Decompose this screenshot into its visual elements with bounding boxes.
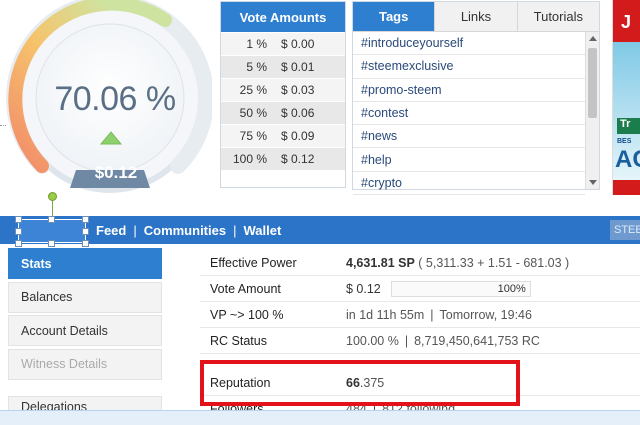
tag-link[interactable]: #steemexclusive — [353, 55, 585, 79]
ad-big-text: AC — [615, 146, 640, 173]
ad-top-strip: J — [613, 0, 640, 42]
scroll-thumb[interactable] — [588, 48, 597, 118]
highlight-annotation — [200, 360, 520, 406]
effective-power-value: 4,631.81 SP — [346, 255, 415, 270]
ad-letter: J — [621, 12, 632, 32]
stat-row-effective-power: Effective Power 4,631.81 SP ( 5,311.33 +… — [200, 250, 640, 276]
menu-item-stats[interactable]: Stats — [8, 248, 162, 279]
tab-tags[interactable]: Tags — [353, 2, 435, 32]
vote-amount-row: 100 % $ 0.12 — [221, 147, 345, 170]
resize-handle[interactable] — [15, 216, 22, 223]
side-menu: Stats Balances Account Details Witness D… — [8, 248, 162, 382]
tag-list: #introduceyourself #steemexclusive #prom… — [353, 32, 585, 196]
resize-handle[interactable] — [82, 216, 89, 223]
stat-value: $ 0.12 100% — [346, 280, 531, 297]
menu-item-balances[interactable]: Balances — [8, 281, 162, 313]
stat-label: Effective Power — [210, 255, 297, 270]
resize-handle[interactable] — [15, 240, 22, 247]
stat-value: 100.00 % | 8,719,450,641,753 RC — [346, 334, 540, 348]
vote-dollar-value: $ 0.12 — [281, 152, 315, 166]
ad-bottom-strip — [613, 180, 640, 195]
separator: | — [430, 307, 434, 322]
vote-amounts-header: Vote Amounts — [221, 2, 345, 32]
ad-banner[interactable]: J Tr BES AC — [612, 0, 640, 195]
menu-item-witness-details[interactable]: Witness Details — [8, 348, 162, 380]
vp-full-time: Tomorrow, 19:46 — [439, 307, 532, 322]
rc-percent: 100.00 % — [346, 333, 399, 348]
resize-handle[interactable] — [15, 228, 22, 235]
vote-dollar-value: $ 0.01 — [281, 60, 315, 74]
vote-percent: 75 % — [239, 129, 267, 143]
voting-power-gauge: 70.06 % $0.12 — [0, 0, 212, 200]
vp-recharge-time: in 1d 11h 55m — [346, 307, 425, 322]
ad-best-text: BES — [617, 138, 632, 145]
vote-amounts-table: Vote Amounts 1 % $ 0.00 5 % $ 0.01 25 % … — [220, 1, 346, 188]
tag-link[interactable]: #help — [353, 148, 585, 172]
nav-bar: Feed | Communities | Wallet STEE — [0, 216, 640, 247]
vote-amount-row: 5 % $ 0.01 — [221, 55, 345, 78]
divider — [0, 125, 6, 126]
nav-links: Feed | Communities | Wallet — [96, 216, 281, 244]
scroll-up-icon[interactable] — [589, 36, 597, 41]
vote-dollar-value: $ 0.06 — [281, 106, 315, 120]
vote-amount-row: 75 % $ 0.09 — [221, 124, 345, 147]
ad-badge: Tr — [617, 118, 640, 134]
stat-value: 4,631.81 SP ( 5,311.33 + 1.51 - 681.03 ) — [346, 256, 569, 270]
nav-communities[interactable]: Communities — [144, 223, 226, 238]
vote-percent: 100 % — [232, 152, 267, 166]
tag-link[interactable]: #introduceyourself — [353, 32, 585, 56]
vote-amount-row: 1 % $ 0.00 — [221, 32, 345, 55]
tag-link[interactable]: #promo-steem — [353, 79, 585, 102]
separator: | — [404, 333, 409, 348]
vote-amount-value: $ 0.12 — [346, 281, 381, 296]
stat-row-rc: RC Status 100.00 % | 8,719,450,641,753 R… — [200, 328, 640, 354]
resize-handle[interactable] — [48, 216, 55, 223]
vote-dollar-value: $ 0.00 — [281, 37, 315, 51]
stat-row-vote-amount: Vote Amount $ 0.12 100% — [200, 276, 640, 302]
tag-link[interactable]: #crypto — [353, 172, 585, 196]
vote-percent: 1 % — [246, 37, 267, 51]
stat-label: Vote Amount — [210, 281, 281, 296]
vote-weight-label: 100% — [497, 282, 526, 295]
vote-percent: 25 % — [239, 83, 267, 97]
rc-value: 8,719,450,641,753 RC — [414, 333, 540, 348]
rotation-line — [52, 198, 53, 218]
vote-dollar-value: $ 0.09 — [281, 129, 315, 143]
stat-label: RC Status — [210, 333, 267, 348]
vote-value: $0.12 — [94, 163, 138, 182]
tag-link[interactable]: #contest — [353, 102, 585, 126]
rotation-handle[interactable] — [48, 192, 57, 201]
menu-item-delegations-label: Delegations — [21, 400, 88, 410]
vote-dollar-value: $ 0.03 — [281, 83, 315, 97]
stat-label: VP ~> 100 % — [210, 307, 284, 322]
vote-weight-slider[interactable]: 100% — [390, 280, 531, 297]
nav-wallet[interactable]: Wallet — [243, 223, 281, 238]
tags-tabs: Tags Links Tutorials — [353, 2, 599, 32]
menu-item-account-details[interactable]: Account Details — [8, 315, 162, 346]
nav-feed[interactable]: Feed — [96, 223, 126, 238]
tab-links[interactable]: Links — [434, 2, 517, 32]
stat-value: in 1d 11h 55m | Tomorrow, 19:46 — [346, 308, 532, 322]
resize-handle[interactable] — [48, 240, 55, 247]
tags-panel: Tags Links Tutorials #introduceyourself … — [352, 1, 600, 196]
menu-item-delegations[interactable]: Delegations — [8, 396, 162, 410]
nav-right-button[interactable]: STEE — [610, 220, 640, 240]
vote-amount-row: 50 % $ 0.06 — [221, 101, 345, 124]
scroll-down-icon[interactable] — [589, 180, 597, 185]
stat-row-vp: VP ~> 100 % in 1d 11h 55m | Tomorrow, 19… — [200, 302, 640, 328]
bottom-bar — [0, 410, 640, 425]
vote-percent: 5 % — [246, 60, 267, 74]
nav-separator: | — [233, 222, 237, 238]
effective-power-detail: ( 5,311.33 + 1.51 - 681.03 ) — [418, 255, 570, 270]
nav-separator: | — [133, 222, 137, 238]
resize-handle[interactable] — [82, 240, 89, 247]
tag-list-scrollbar[interactable] — [585, 32, 599, 189]
voting-power-percent: 70.06 % — [54, 80, 176, 118]
vote-percent: 50 % — [239, 106, 267, 120]
tab-tutorials[interactable]: Tutorials — [516, 2, 599, 32]
resize-handle[interactable] — [82, 228, 89, 235]
vote-amount-row: 25 % $ 0.03 — [221, 78, 345, 101]
tag-link[interactable]: #news — [353, 125, 585, 149]
